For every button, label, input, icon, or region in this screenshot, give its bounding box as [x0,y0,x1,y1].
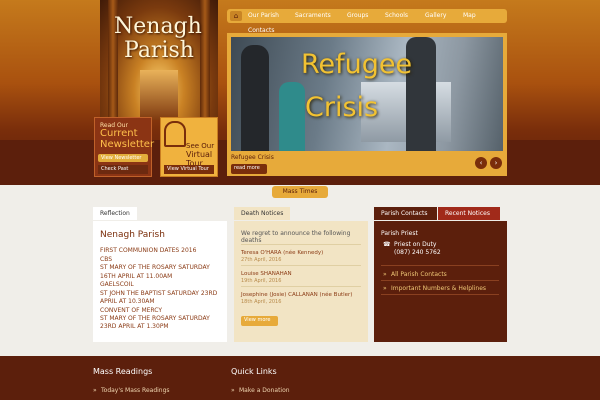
past-newsletters-button[interactable]: Check Past [98,165,148,174]
parish-contacts-panel: Parish Priest ☎ Priest on Duty (087) 240… [374,221,507,342]
nav-item-contacts[interactable]: Contacts [248,27,274,34]
parish-priest-label: Parish Priest [381,230,418,237]
todays-mass-readings-link[interactable]: Today's Mass Readings [101,387,170,394]
home-icon[interactable]: ⌂ [230,11,242,21]
virtual-tour-promo: See Our Virtual Tour View Virtual Tour [160,117,218,177]
footer-mass-readings-title: Mass Readings [93,367,153,376]
priest-on-duty-phone: (087) 240 5762 [394,249,441,256]
view-newsletter-button[interactable]: View Newsletter [98,154,148,162]
site-logo-line2[interactable]: Parish [124,38,194,63]
reflection-line: 23RD APRIL AT 1.30PM [100,323,169,330]
death-notice-date: 27th April, 2016 [241,257,282,263]
reflection-line: CONVENT OF MERCY [100,307,163,314]
slider-image[interactable]: Refugee Crisis [231,37,503,151]
slider-headline-1: Refugee [301,49,413,80]
nav-item-our-parish[interactable]: Our Parish [248,12,279,19]
important-numbers-link[interactable]: Important Numbers & Helplines [391,285,486,292]
reflection-line: ST MARY OF THE ROSARY SATURDAY [100,264,210,271]
newsletter-heading-1: Current [100,128,138,139]
reflection-line: GAELSCOIL [100,281,134,288]
prev-slide-icon[interactable]: ‹ [475,157,487,169]
tour-arrow-icon [164,121,186,147]
death-notice-name[interactable]: Josephine (Josie) CALLANAN (née Butler) [241,292,352,298]
nav-item-schools[interactable]: Schools [385,12,408,19]
newsletter-heading-2: Newsletter [100,139,155,150]
make-donation-link[interactable]: Make a Donation [239,387,290,394]
nav-item-groups[interactable]: Groups [347,12,368,19]
tab-recent-notices[interactable]: Recent Notices [438,207,500,220]
death-intro-cont: deaths [241,237,262,244]
reflection-line: FIRST COMMUNION DATES 2016 [100,247,197,254]
death-notice-date: 18th April, 2016 [241,299,282,305]
mass-times-tab[interactable]: Mass Times [272,186,328,198]
tour-heading-1: See Our [186,142,215,150]
reflection-line: 16TH APRIL AT 11.00AM [100,273,173,280]
featured-slider: Refugee Crisis Refugee Crisis read more … [227,33,507,176]
reflection-title: Nenagh Parish [100,230,165,240]
death-notices-panel: We regret to announce the following deat… [234,221,368,342]
next-slide-icon[interactable]: › [490,157,502,169]
death-intro: We regret to announce the following [241,230,351,237]
arrow-icon: » [383,271,387,278]
phone-icon: ☎ [383,241,391,248]
view-tour-button[interactable]: View Virtual Tour [164,165,214,174]
reflection-line: CBS [100,256,113,263]
death-notice-name[interactable]: Teresa O'HARA (née Kennedy) [241,250,323,256]
footer-quick-links-title: Quick Links [231,367,277,376]
nav-item-map[interactable]: Map [463,12,476,19]
footer-link-arrow-icon: » [231,387,235,394]
main-nav: ⌂ Our Parish Sacraments Groups Schools G… [227,9,507,23]
death-notice-name[interactable]: Louise SHANAHAN [241,271,292,277]
arrow-icon: » [383,285,387,292]
reflection-line: ST JOHN THE BAPTIST SATURDAY 23RD [100,290,218,297]
tab-parish-contacts[interactable]: Parish Contacts [374,207,437,220]
slider-caption: Refugee Crisis [231,154,274,161]
nav-item-sacraments[interactable]: Sacraments [295,12,331,19]
priest-on-duty-label: Priest on Duty [394,241,437,248]
reflection-panel: Nenagh Parish FIRST COMMUNION DATES 2016… [93,221,227,342]
tab-reflection[interactable]: Reflection [93,207,137,220]
reflection-line: APRIL AT 10.30AM [100,298,155,305]
slider-headline-2: Crisis [305,92,379,123]
footer: Mass Readings » Today's Mass Readings Qu… [0,356,600,400]
death-notice-date: 19th April, 2016 [241,278,282,284]
nav-item-gallery[interactable]: Gallery [425,12,446,19]
footer-link-arrow-icon: » [93,387,97,394]
read-more-button[interactable]: read more [231,164,267,174]
all-parish-contacts-link[interactable]: All Parish Contacts [391,271,447,278]
tab-death-notices[interactable]: Death Notices [234,207,291,220]
view-more-deaths-button[interactable]: View more [241,316,278,326]
newsletter-promo: Read Our Current Newsletter View Newslet… [94,117,155,177]
reflection-line: ST MARY OF THE ROSARY SATURDAY [100,315,210,322]
site-logo-line1[interactable]: Nenagh [114,14,202,39]
